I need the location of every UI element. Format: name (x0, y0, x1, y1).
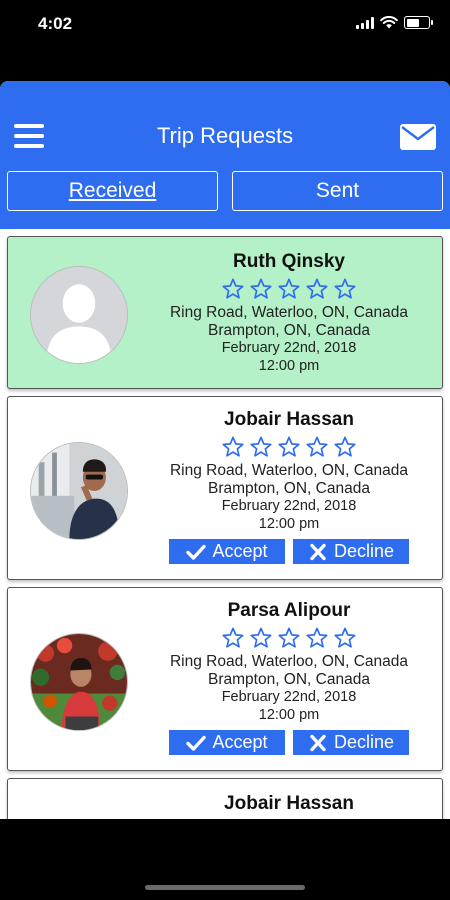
battery-icon (404, 16, 433, 29)
status-icons (356, 16, 433, 29)
trip-info: Ruth Qinsky Ring Road, Waterloo, ON, Can… (148, 251, 430, 375)
app-screen: Trip Requests Received Sent Ruth Qinsky (0, 81, 450, 819)
star-icon[interactable] (277, 278, 301, 300)
trip-time: 12:00 pm (258, 706, 320, 723)
checkmark-icon (186, 735, 207, 751)
dropoff-location: Brampton, ON, Canada (208, 322, 370, 339)
star-icon[interactable] (305, 436, 329, 458)
star-icon[interactable] (333, 278, 357, 300)
star-icon[interactable] (221, 627, 245, 649)
wifi-icon (380, 16, 398, 29)
home-indicator[interactable] (145, 885, 305, 890)
dropoff-location: Brampton, ON, Canada (208, 480, 370, 497)
avatar-placeholder (30, 266, 128, 364)
star-icon[interactable] (333, 436, 357, 458)
pickup-location: Ring Road, Waterloo, ON, Canada (169, 653, 409, 670)
decline-button[interactable]: Decline (293, 730, 409, 755)
trip-request-card[interactable]: Parsa Alipour Ring Road, Waterloo, ON, C… (7, 587, 443, 771)
rating-stars[interactable] (148, 436, 430, 458)
trip-info: Jobair Hassan Ring Road, Waterloo, ON, C… (148, 409, 430, 564)
tab-received-label: Received (68, 179, 157, 202)
rating-stars[interactable] (148, 627, 430, 649)
star-icon[interactable] (249, 627, 273, 649)
accept-label: Accept (212, 732, 268, 752)
trip-request-card[interactable]: Jobair Hassan Ring Road, Waterloo, ON, C… (7, 396, 443, 580)
pickup-location: Ring Road, Waterloo, ON, Canada (169, 304, 409, 321)
checkmark-icon (186, 544, 207, 560)
tab-sent-label: Sent (315, 179, 360, 202)
rider-name: Parsa Alipour (227, 600, 351, 621)
tab-bar: Received Sent (7, 171, 443, 211)
decline-label: Decline (333, 732, 395, 752)
status-bar: 4:02 (0, 0, 450, 50)
star-icon[interactable] (277, 436, 301, 458)
avatar-photo (31, 634, 127, 730)
star-icon[interactable] (333, 627, 357, 649)
tab-sent[interactable]: Sent (232, 171, 443, 211)
star-icon[interactable] (249, 278, 273, 300)
trip-time: 12:00 pm (258, 357, 320, 374)
request-actions: Accept Decline (148, 730, 430, 755)
trip-date: February 22nd, 2018 (221, 689, 357, 705)
trip-date: February 22nd, 2018 (221, 340, 357, 356)
rider-name: Jobair Hassan (224, 409, 354, 430)
trip-time: 12:00 pm (258, 515, 320, 532)
cellular-signal-icon (356, 16, 374, 29)
star-icon[interactable] (221, 436, 245, 458)
decline-label: Decline (333, 541, 395, 561)
close-icon (310, 543, 326, 560)
header: Trip Requests Received Sent (0, 81, 450, 229)
star-icon[interactable] (249, 436, 273, 458)
trip-request-card[interactable]: Ruth Qinsky Ring Road, Waterloo, ON, Can… (7, 236, 443, 389)
rider-name: Ruth Qinsky (233, 251, 345, 272)
accept-label: Accept (212, 541, 268, 561)
tab-received[interactable]: Received (7, 171, 218, 211)
avatar-photo (31, 443, 127, 539)
trip-request-card[interactable]: Jobair Hassan (7, 778, 443, 819)
page-title: Trip Requests (156, 123, 294, 148)
avatar (30, 442, 128, 540)
status-time: 4:02 (38, 14, 73, 33)
request-actions: Accept Decline (148, 539, 430, 564)
default-avatar-icon (31, 267, 127, 363)
star-icon[interactable] (277, 627, 301, 649)
trip-request-list: Ruth Qinsky Ring Road, Waterloo, ON, Can… (7, 236, 443, 819)
accept-button[interactable]: Accept (169, 730, 285, 755)
rider-name: Jobair Hassan (224, 793, 354, 814)
rating-stars[interactable] (148, 278, 430, 300)
star-icon[interactable] (305, 627, 329, 649)
dropoff-location: Brampton, ON, Canada (208, 671, 370, 688)
trip-info: Parsa Alipour Ring Road, Waterloo, ON, C… (148, 600, 430, 755)
accept-button[interactable]: Accept (169, 539, 285, 564)
trip-info: Jobair Hassan (148, 793, 430, 815)
trip-date: February 22nd, 2018 (221, 498, 357, 514)
close-icon (310, 734, 326, 751)
avatar (30, 633, 128, 731)
decline-button[interactable]: Decline (293, 539, 409, 564)
star-icon[interactable] (221, 278, 245, 300)
star-icon[interactable] (305, 278, 329, 300)
pickup-location: Ring Road, Waterloo, ON, Canada (169, 462, 409, 479)
envelope-icon[interactable] (400, 124, 436, 150)
